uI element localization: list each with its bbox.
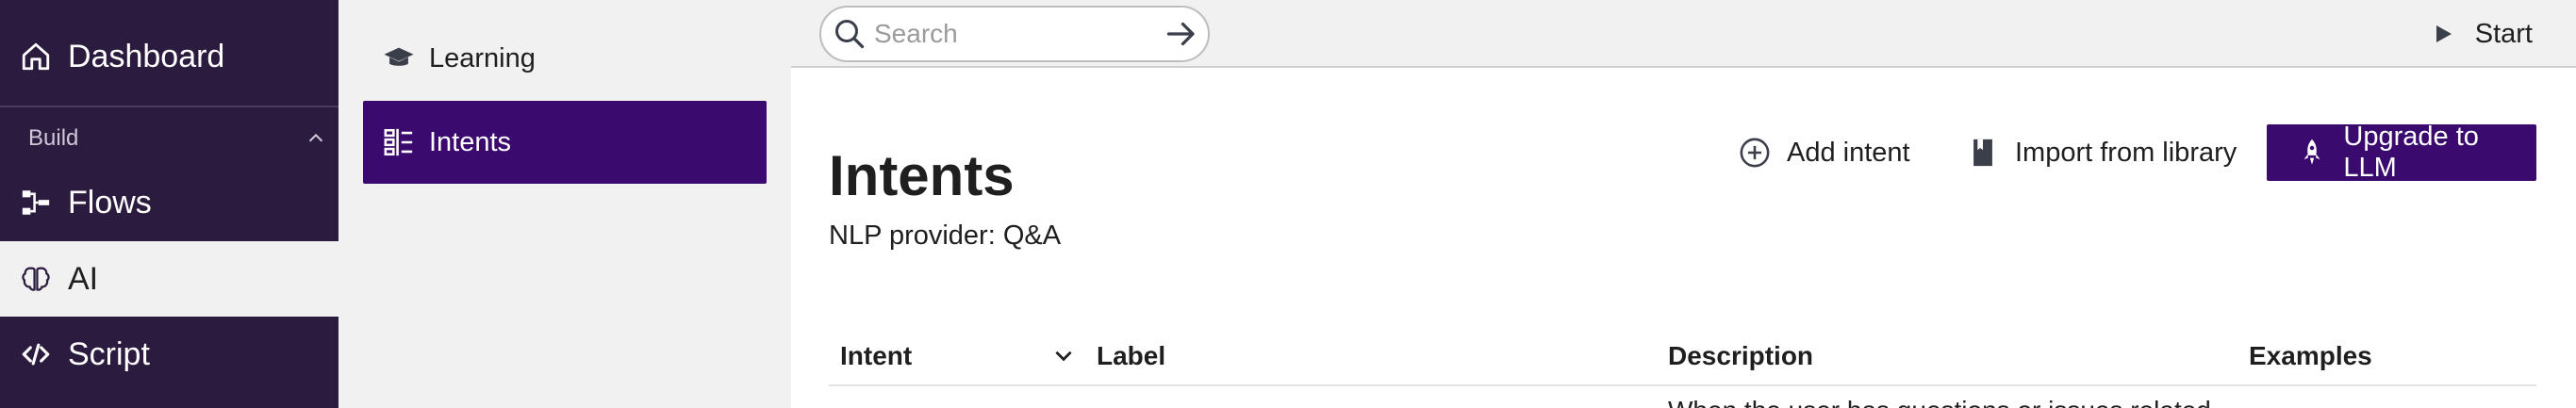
rocket-icon bbox=[2295, 136, 2328, 170]
nav-script[interactable]: Script bbox=[0, 326, 339, 383]
column-header-label: Label bbox=[1097, 341, 1166, 370]
arrow-right-icon[interactable] bbox=[1164, 17, 1198, 51]
nav-ai[interactable]: AI bbox=[0, 241, 339, 317]
upgrade-to-llm-button[interactable]: Upgrade to LLM bbox=[2267, 122, 2536, 183]
secondary-sidebar: Learning Intents bbox=[339, 0, 791, 408]
nlp-provider-text: NLP provider: Q&A bbox=[829, 220, 1062, 251]
start-button-label: Start bbox=[2474, 18, 2533, 49]
book-icon bbox=[1966, 136, 2000, 170]
column-header-intent[interactable]: Intent bbox=[840, 341, 912, 371]
play-icon bbox=[2436, 25, 2452, 42]
search-box bbox=[819, 6, 1210, 62]
add-intent-button[interactable]: Add intent bbox=[1738, 124, 1910, 181]
nav-dashboard-label: Dashboard bbox=[68, 38, 225, 74]
import-from-library-label: Import from library bbox=[2015, 137, 2237, 168]
nav-flows[interactable]: Flows bbox=[0, 174, 339, 231]
subnav-intents-label: Intents bbox=[429, 126, 512, 157]
nav-script-label: Script bbox=[68, 335, 150, 372]
add-intent-label: Add intent bbox=[1787, 137, 1910, 168]
home-icon bbox=[17, 38, 55, 75]
chevron-down-icon[interactable] bbox=[1051, 343, 1076, 367]
chevron-up-icon[interactable] bbox=[305, 128, 326, 149]
plus-circle-icon bbox=[1738, 136, 1772, 170]
nav-ai-label: AI bbox=[68, 260, 99, 297]
main-panel: Intents NLP provider: Q&A Add intent Imp… bbox=[791, 68, 2576, 408]
brain-icon bbox=[17, 260, 55, 298]
import-from-library-button[interactable]: Import from library bbox=[1966, 124, 2237, 181]
flows-icon bbox=[17, 184, 55, 221]
primary-sidebar: Dashboard Build Flows AI Script bbox=[0, 0, 339, 408]
code-icon bbox=[17, 335, 55, 373]
intents-icon bbox=[382, 125, 416, 159]
top-bar: Start bbox=[791, 0, 2576, 68]
search-input[interactable] bbox=[874, 19, 1157, 49]
nav-section-build: Build bbox=[28, 125, 79, 151]
subnav-learning[interactable]: Learning bbox=[363, 17, 767, 100]
page-title: Intents bbox=[829, 144, 1015, 207]
nav-dashboard[interactable]: Dashboard bbox=[0, 28, 339, 85]
column-header-description: Description bbox=[1668, 341, 1814, 370]
subnav-learning-label: Learning bbox=[429, 42, 536, 73]
column-header-examples: Examples bbox=[2249, 341, 2372, 370]
upgrade-to-llm-label: Upgrade to LLM bbox=[2343, 122, 2479, 183]
table-header: Intent Label Description Examples bbox=[829, 330, 2536, 386]
nav-divider bbox=[0, 106, 339, 107]
nav-flows-label: Flows bbox=[68, 184, 152, 220]
start-button[interactable]: Start bbox=[2436, 15, 2533, 53]
graduation-cap-icon bbox=[382, 41, 416, 75]
table-row-description: When the user has questions or issues re… bbox=[1668, 396, 2211, 408]
search-icon bbox=[835, 20, 865, 49]
subnav-intents[interactable]: Intents bbox=[363, 101, 767, 184]
